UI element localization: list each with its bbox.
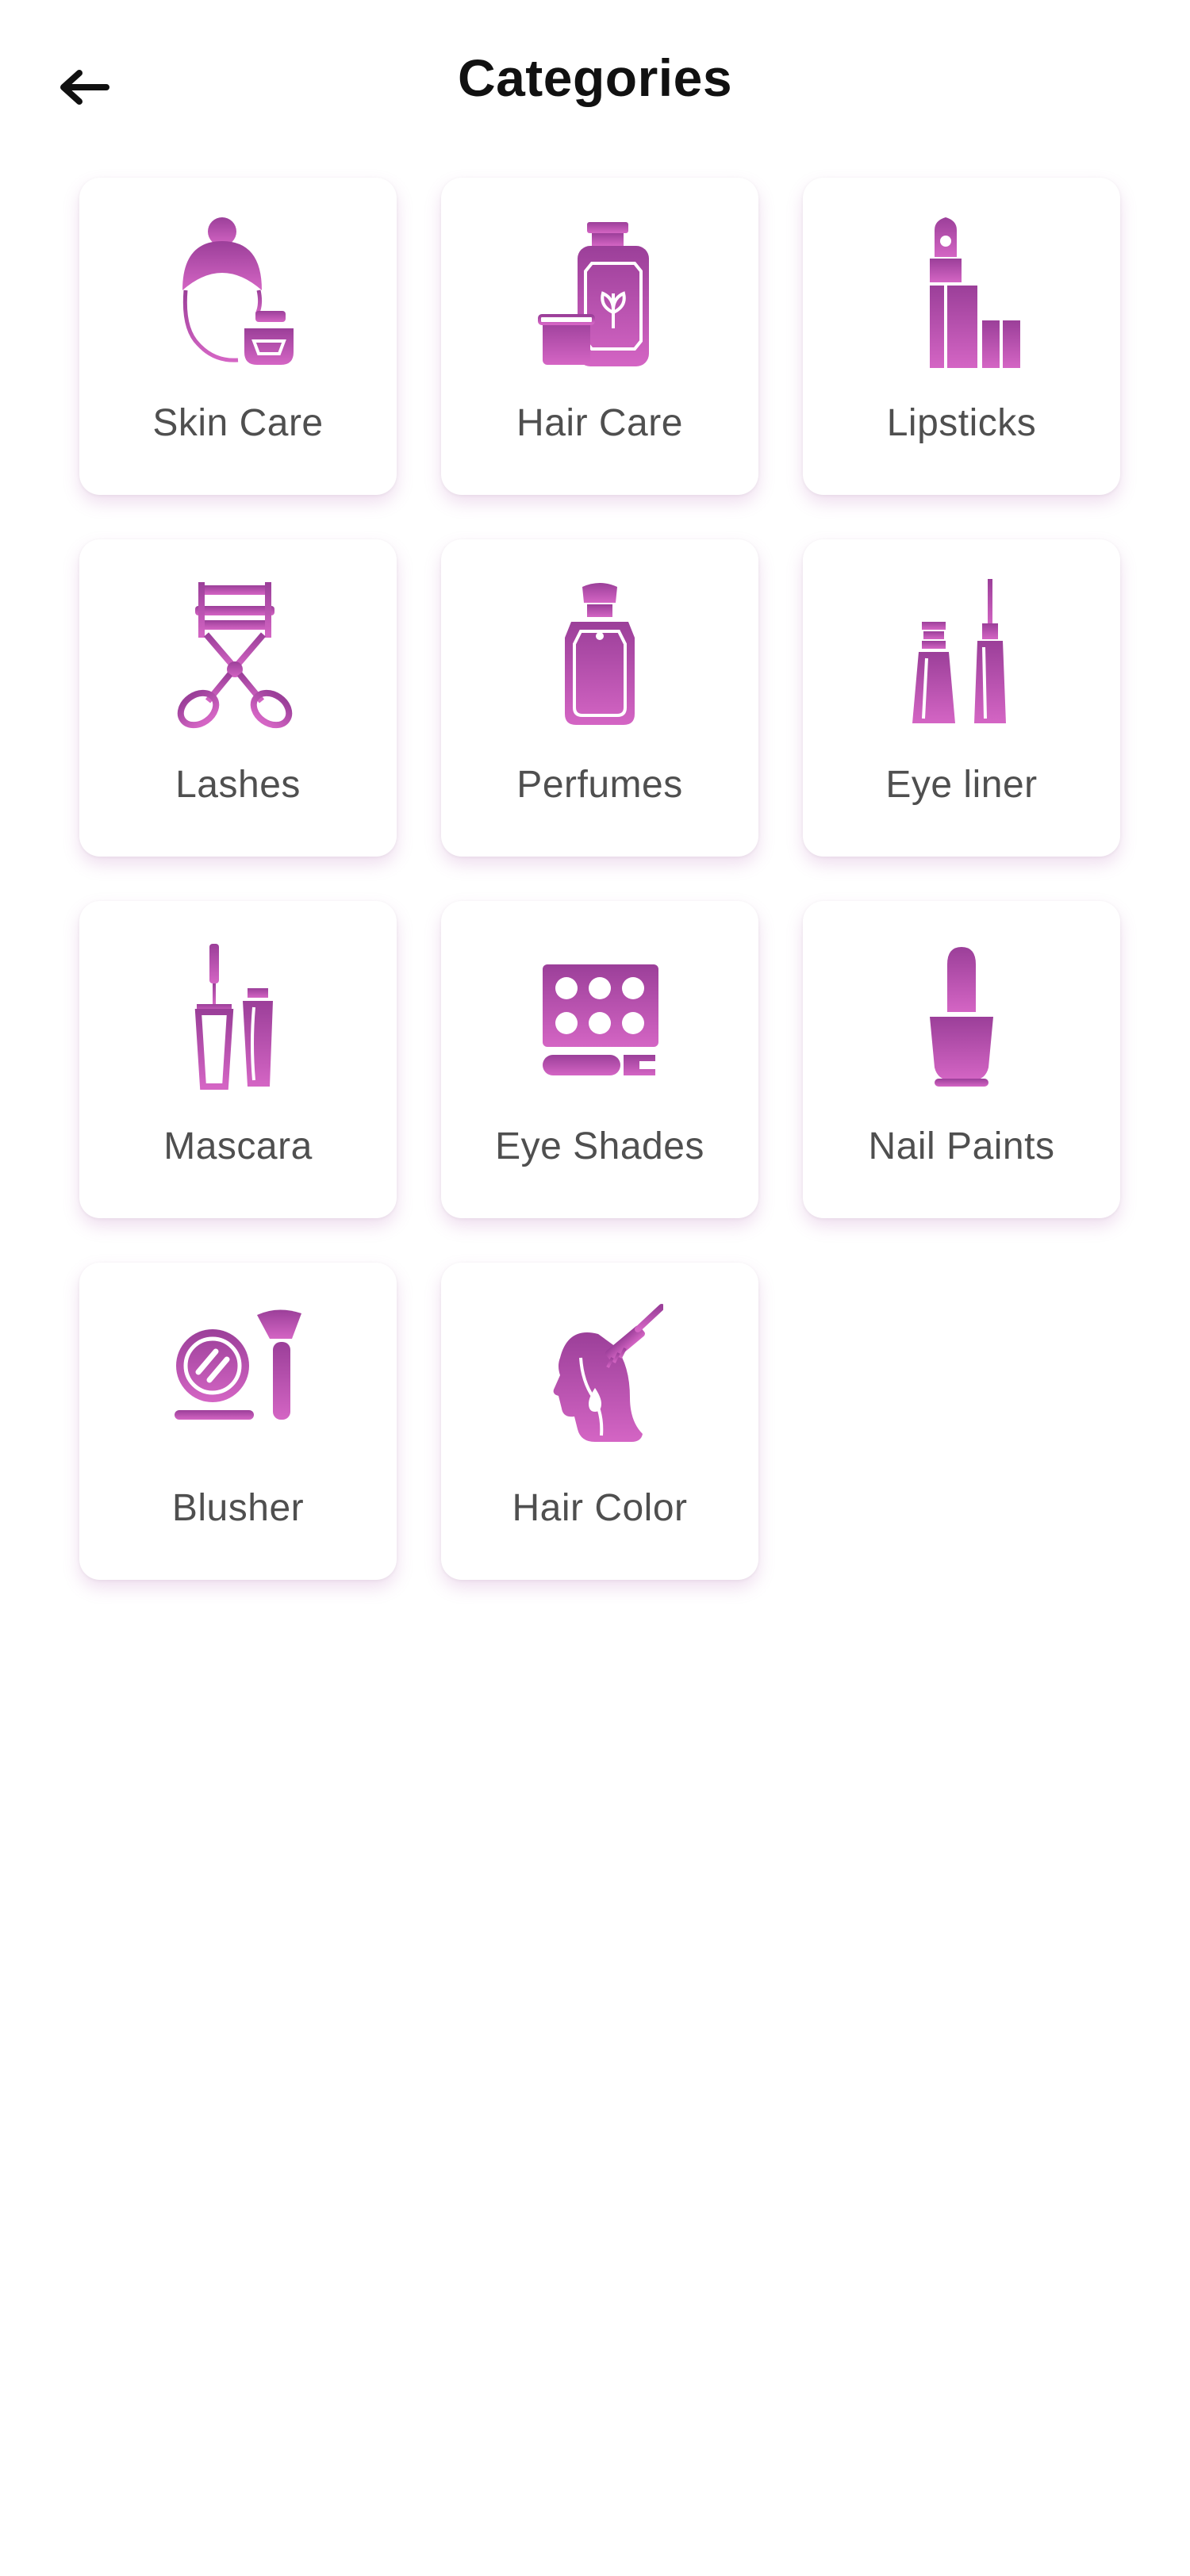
category-label: Hair Care [516,402,683,444]
category-label: Eye liner [885,764,1038,806]
nail-polish-icon [898,941,1025,1091]
categories-screen: Categories Skin Care Hair Care Lipsticks… [0,0,1190,2576]
skin-care-icon [175,217,301,368]
hair-care-icon [536,217,663,368]
category-label: Lipsticks [886,402,1037,444]
category-card-nail-paints[interactable]: Nail Paints [803,901,1120,1218]
category-card-lipsticks[interactable]: Lipsticks [803,178,1120,495]
category-card-eye-shades[interactable]: Eye Shades [441,901,758,1218]
category-card-perfumes[interactable]: Perfumes [441,539,758,857]
category-label: Lashes [175,764,301,806]
eyelash-curler-icon [175,579,301,730]
header: Categories [0,0,1190,167]
page-title: Categories [457,48,733,107]
category-label: Mascara [163,1125,313,1167]
category-card-hair-care[interactable]: Hair Care [441,178,758,495]
category-label: Perfumes [516,764,683,806]
eye-liner-icon [898,579,1025,730]
lipstick-icon [898,217,1025,368]
category-card-lashes[interactable]: Lashes [79,539,397,857]
category-label: Skin Care [152,402,324,444]
category-card-blusher[interactable]: Blusher [79,1263,397,1580]
category-card-hair-color[interactable]: Hair Color [441,1263,758,1580]
category-label: Eye Shades [495,1125,704,1167]
category-label: Blusher [171,1487,305,1529]
mascara-icon [175,941,301,1091]
category-card-mascara[interactable]: Mascara [79,901,397,1218]
eyeshadow-palette-icon [536,941,663,1091]
category-card-skin-care[interactable]: Skin Care [79,178,397,495]
category-card-eye-liner[interactable]: Eye liner [803,539,1120,857]
hair-dye-icon [536,1302,663,1453]
perfume-bottle-icon [536,579,663,730]
category-label: Nail Paints [868,1125,1055,1167]
category-label: Hair Color [512,1487,688,1529]
blusher-compact-icon [175,1302,301,1453]
